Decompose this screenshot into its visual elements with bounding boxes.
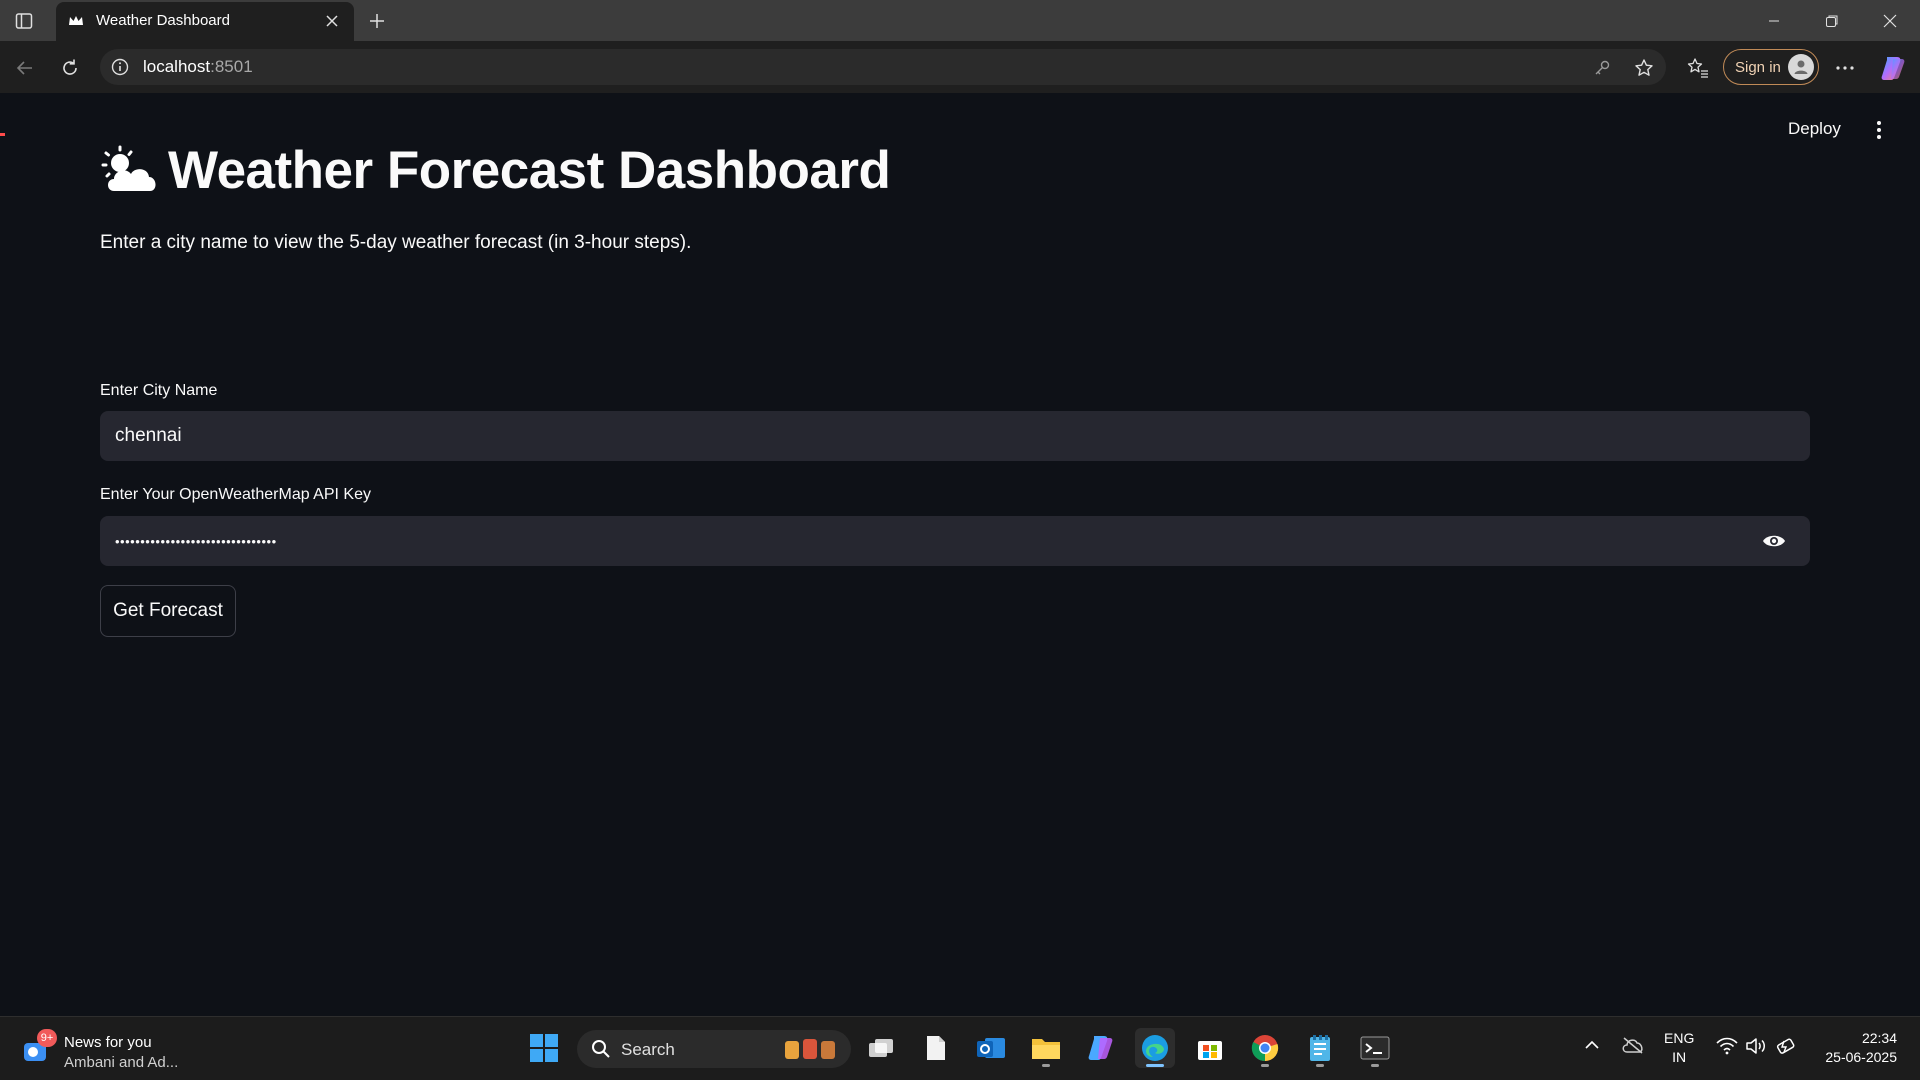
windows-start-icon[interactable] <box>524 1028 564 1068</box>
more-options-icon[interactable] <box>1830 53 1860 83</box>
city-label: Enter City Name <box>100 382 218 399</box>
close-tab-icon[interactable] <box>322 11 342 31</box>
input-language[interactable]: ENG IN <box>1664 1029 1694 1067</box>
sun-behind-cloud-icon <box>101 145 156 191</box>
api-key-label: Enter Your OpenWeatherMap API Key <box>100 486 371 503</box>
volume-icon[interactable] <box>1745 1037 1767 1060</box>
region-code: IN <box>1672 1049 1687 1065</box>
file-explorer-icon[interactable] <box>1026 1028 1066 1068</box>
favorites-list-icon[interactable] <box>1683 53 1713 83</box>
search-label: Search <box>621 1040 675 1059</box>
language-code: ENG <box>1664 1030 1695 1046</box>
reload-icon[interactable] <box>55 53 85 83</box>
clock-date: 25-06-2025 <box>1825 1049 1897 1065</box>
system-clock[interactable]: 22:34 25-06-2025 <box>1815 1029 1897 1067</box>
key-icon[interactable] <box>1590 56 1614 80</box>
taskbar-search[interactable]: Search <box>577 1030 851 1068</box>
minimize-icon[interactable] <box>1760 8 1788 34</box>
show-hidden-icons-chevron-icon[interactable] <box>1584 1037 1600 1058</box>
running-indicator <box>1316 1064 1324 1067</box>
page-description: Enter a city name to view the 5-day weat… <box>100 232 692 253</box>
streamlit-crown-icon <box>68 13 84 29</box>
terminal-icon[interactable] <box>1355 1028 1395 1068</box>
news-badge: 9+ <box>37 1029 57 1047</box>
api-key-input[interactable] <box>100 516 1810 566</box>
search-icon <box>591 1039 611 1064</box>
deploy-button[interactable]: Deploy <box>1788 119 1841 139</box>
news-title: News for you <box>64 1034 152 1051</box>
page-title-row: Weather Forecast Dashboard <box>100 140 891 201</box>
search-highlight-icon <box>783 1037 843 1066</box>
sign-in-button[interactable]: Sign in <box>1723 49 1819 85</box>
copilot-app-icon[interactable] <box>1081 1028 1121 1068</box>
tab-title: Weather Dashboard <box>96 12 230 29</box>
new-tab-icon[interactable] <box>364 8 390 34</box>
browser-tab-bar: Weather Dashboard <box>0 0 1920 41</box>
close-window-icon[interactable] <box>1876 8 1904 34</box>
running-indicator <box>1371 1064 1379 1067</box>
get-forecast-button[interactable]: Get Forecast <box>100 585 236 637</box>
cloud-offline-icon[interactable] <box>1621 1036 1645 1059</box>
notepad-icon[interactable] <box>1300 1028 1340 1068</box>
back-arrow-icon[interactable] <box>10 53 40 83</box>
file-icon[interactable] <box>916 1028 956 1068</box>
wifi-icon[interactable] <box>1716 1037 1738 1060</box>
browser-toolbar: localhost:8501 Sign in <box>0 41 1920 136</box>
restore-icon[interactable] <box>1818 8 1846 34</box>
copilot-icon[interactable] <box>1878 53 1908 83</box>
microsoft-store-icon[interactable] <box>1190 1028 1230 1068</box>
news-widget[interactable]: 9+ News for you Ambani and Ad... <box>22 1029 222 1073</box>
url-host: localhost <box>143 57 211 76</box>
sign-in-label: Sign in <box>1735 58 1781 76</box>
outlook-icon[interactable] <box>971 1028 1011 1068</box>
edge-browser-icon[interactable] <box>1135 1028 1175 1068</box>
clock-time: 22:34 <box>1861 1030 1897 1046</box>
running-indicator <box>1261 1064 1269 1067</box>
site-info-icon[interactable] <box>110 57 130 77</box>
main-menu-icon[interactable] <box>1867 117 1891 143</box>
city-input[interactable] <box>100 411 1810 461</box>
address-bar[interactable]: localhost:8501 <box>100 49 1666 85</box>
page-title: Weather Forecast Dashboard <box>168 141 891 200</box>
browser-tab-active[interactable]: Weather Dashboard <box>56 2 354 41</box>
url-text[interactable]: localhost:8501 <box>143 57 253 77</box>
profile-avatar-icon <box>1788 54 1814 80</box>
active-indicator <box>1146 1064 1164 1067</box>
battery-icon[interactable] <box>1775 1037 1797 1060</box>
running-indicator <box>1042 1064 1050 1067</box>
favorite-star-icon[interactable] <box>1632 56 1656 80</box>
windows-taskbar: 9+ News for you Ambani and Ad... Search <box>0 1016 1920 1080</box>
sidebar-toggle-icon[interactable] <box>12 9 36 33</box>
show-password-eye-icon[interactable] <box>1758 525 1790 557</box>
chrome-icon[interactable] <box>1245 1028 1285 1068</box>
url-port: :8501 <box>210 57 253 76</box>
news-subtitle: Ambani and Ad... <box>64 1054 179 1071</box>
task-view-icon[interactable] <box>861 1028 901 1068</box>
